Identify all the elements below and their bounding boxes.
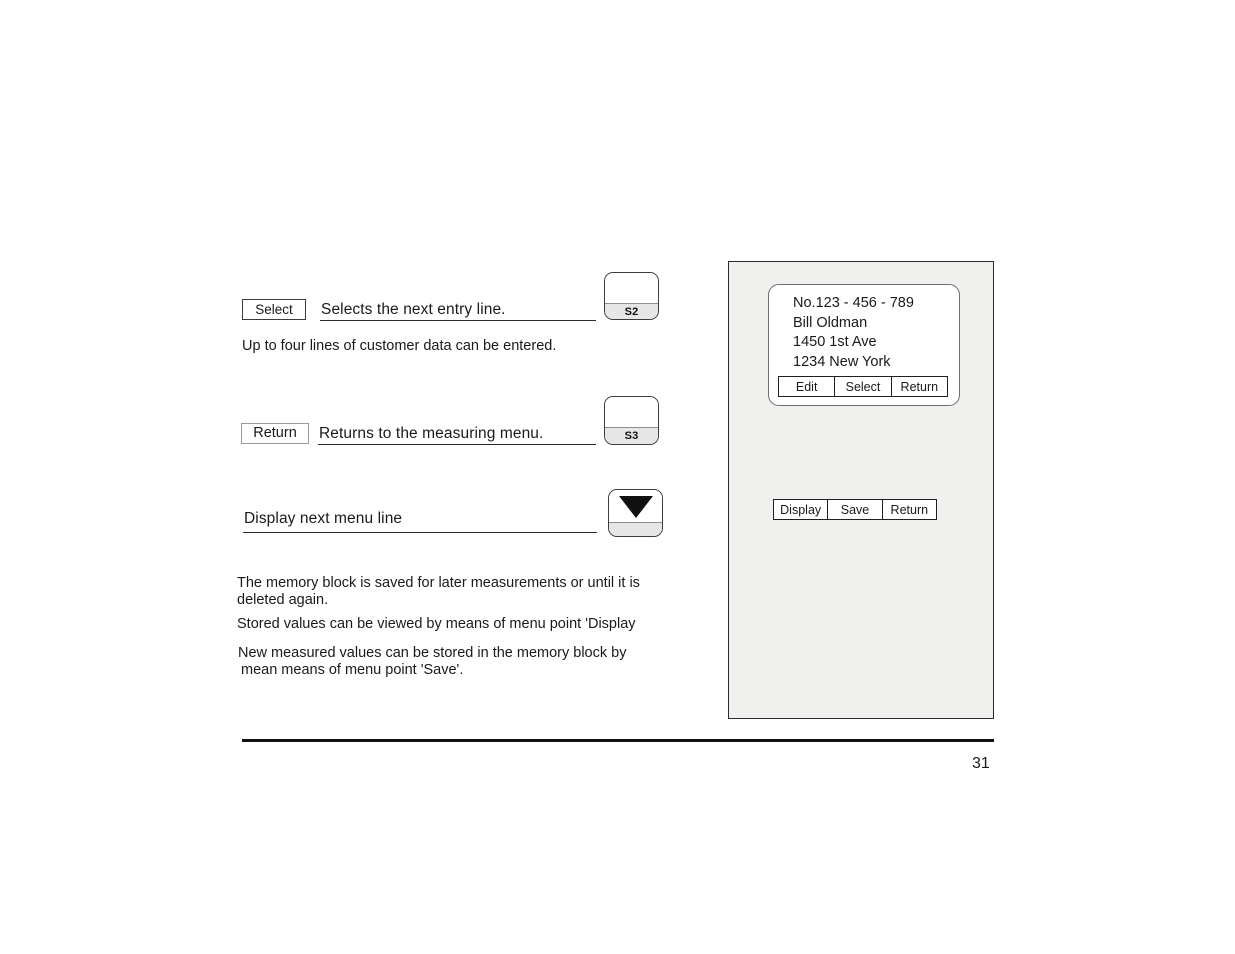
manual-page: Select Selects the next entry line. S2 U… [0,0,1235,954]
panel-softkey-display[interactable]: Display [774,500,829,519]
lcd-text-lines: No.123 - 456 - 789 Bill Oldman 1450 1st … [793,294,914,372]
key-row-rule [243,532,597,533]
lcd-line-4: 1234 New York [793,353,891,370]
paragraph-line: deleted again. [237,592,329,608]
panel-softkey-save[interactable]: Save [828,500,883,519]
panel-softkey-bar: Display Save Return [773,499,937,520]
key-row-rule [318,444,596,445]
softkey-label-select[interactable]: Select [242,299,306,320]
panel-softkey-return[interactable]: Return [882,500,936,519]
device-panel: No.123 - 456 - 789 Bill Oldman 1450 1st … [728,261,994,719]
key-description-next-menu-line: Display next menu line [244,510,403,527]
note-customer-data-lines: Up to four lines of customer data can be… [242,338,557,354]
arrow-down-icon [618,496,653,518]
hardware-key-s2[interactable]: S2 [604,272,659,320]
paragraph-stored-values: Stored values can be viewed by means of … [237,616,636,632]
paragraph-new-measured-values: New measured values can be stored in the… [238,645,708,679]
lcd-softkey-select[interactable]: Select [835,377,892,396]
lcd-softkey-edit[interactable]: Edit [779,377,836,396]
footer-rule [242,739,994,742]
lcd-line-3: 1450 1st Ave [793,334,877,350]
paragraph-line: The memory block is saved for later meas… [237,575,640,591]
lcd-line-1: No.123 - 456 - 789 [793,295,914,311]
hardware-key-legend [609,522,662,536]
lcd-display: No.123 - 456 - 789 Bill Oldman 1450 1st … [768,284,960,406]
paragraph-memory-block: The memory block is saved for later meas… [237,575,700,609]
paragraph-line: New measured values can be stored in the… [238,645,627,661]
hardware-key-legend: S2 [605,303,658,319]
hardware-key-legend: S3 [605,427,658,444]
key-description-return: Returns to the measuring menu. [319,425,544,442]
lcd-line-2: Bill Oldman [793,314,868,331]
page-number: 31 [972,755,990,772]
paragraph-line: mean means of menu point 'Save'. [241,662,464,678]
lcd-softkey-return[interactable]: Return [891,377,947,396]
key-description-select: Selects the next entry line. [321,301,506,318]
hardware-key-arrow-down[interactable] [608,489,663,537]
softkey-label-return[interactable]: Return [241,423,309,444]
key-row-rule [320,320,596,321]
hardware-key-face [605,397,658,429]
hardware-key-face [605,273,658,305]
hardware-key-s3[interactable]: S3 [604,396,659,445]
lcd-softkey-bar: Edit Select Return [778,376,948,397]
hardware-key-face [609,490,662,524]
